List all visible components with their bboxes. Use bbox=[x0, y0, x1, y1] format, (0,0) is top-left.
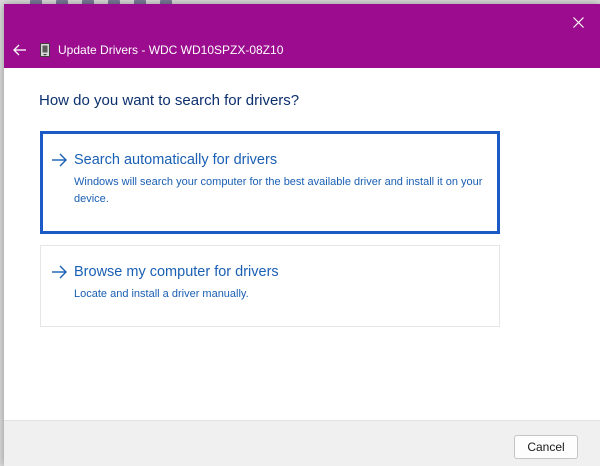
dialog-content: How do you want to search for drivers? S… bbox=[4, 68, 600, 420]
option-description: Locate and install a driver manually. bbox=[74, 288, 249, 300]
title-bar: Update Drivers - WDC WD10SPZX-08Z10 bbox=[4, 4, 600, 68]
arrow-left-icon bbox=[13, 44, 26, 56]
search-automatically-option[interactable]: Search automatically for drivers Windows… bbox=[40, 131, 500, 234]
option-title: Browse my computer for drivers bbox=[74, 264, 279, 280]
page-heading: How do you want to search for drivers? bbox=[39, 92, 300, 109]
dialog-header: Update Drivers - WDC WD10SPZX-08Z10 bbox=[4, 36, 600, 64]
back-button[interactable] bbox=[6, 36, 34, 64]
close-button[interactable] bbox=[564, 8, 592, 36]
close-icon bbox=[572, 16, 584, 28]
drive-icon bbox=[40, 43, 50, 57]
option-title: Search automatically for drivers bbox=[74, 152, 278, 168]
update-drivers-dialog: Update Drivers - WDC WD10SPZX-08Z10 How … bbox=[4, 4, 600, 466]
arrow-right-icon bbox=[52, 265, 67, 279]
option-description: Windows will search your computer for th… bbox=[74, 176, 483, 205]
browse-computer-option[interactable]: Browse my computer for drivers Locate an… bbox=[40, 245, 500, 327]
dialog-title: Update Drivers - WDC WD10SPZX-08Z10 bbox=[58, 43, 284, 57]
dialog-footer: Cancel bbox=[4, 420, 600, 466]
arrow-right-icon bbox=[52, 153, 67, 167]
cancel-button[interactable]: Cancel bbox=[514, 435, 578, 459]
